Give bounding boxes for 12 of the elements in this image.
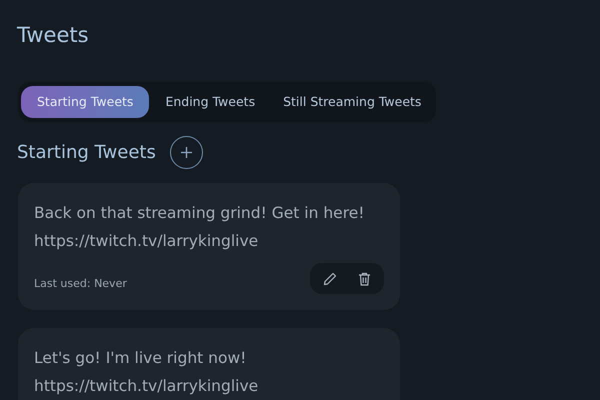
last-used-label: Last used: Never — [34, 276, 127, 292]
tab[interactable]: Still Streaming Tweets — [271, 86, 434, 118]
page-title: Tweets — [17, 22, 89, 48]
pencil-icon — [323, 272, 337, 286]
plus-icon — [180, 146, 193, 159]
trash-icon — [358, 272, 370, 286]
tweet-text: Let's go! I'm live right now! https://twitch.tv/larrykinglive — [34, 348, 258, 397]
add-button[interactable] — [170, 136, 203, 169]
tab[interactable]: Starting Tweets — [21, 86, 150, 118]
tweet-text: Back on that streaming grind! Get in here! https://twitch.tv/larrykinglive — [34, 203, 364, 252]
section-heading: Starting Tweets — [17, 141, 156, 165]
tab[interactable]: Ending Tweets — [153, 86, 268, 118]
